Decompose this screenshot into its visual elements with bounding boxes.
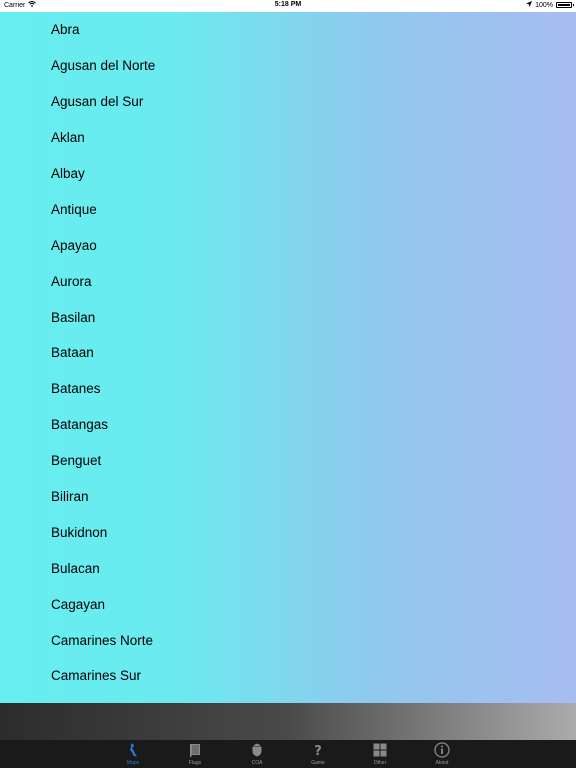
battery-icon [556,2,574,8]
list-item[interactable]: Batangas [0,407,576,443]
list-item[interactable]: Camarines Norte [0,622,576,658]
svg-text:?: ? [314,744,322,757]
list-item[interactable]: Cagayan [0,586,576,622]
game-icon: ? [312,742,324,758]
tab-label: Other [373,760,387,766]
maps-icon [127,742,139,758]
tab-game[interactable]: ? Game [298,740,338,768]
tab-label: Flags [188,760,202,766]
list-item[interactable]: Bukidnon [0,514,576,550]
tab-other[interactable]: Other [360,740,400,768]
about-icon [434,742,450,758]
tab-flags[interactable]: Flags [175,740,215,768]
list-item[interactable]: Bulacan [0,550,576,586]
ad-banner[interactable] [0,703,576,740]
status-bar: Carrier 5:18 PM 100% [0,0,576,12]
list-item[interactable]: Batanes [0,371,576,407]
tab-label: Game [311,760,325,766]
list-item[interactable]: Abra [0,12,576,48]
list-item[interactable]: Aklan [0,120,576,156]
province-list[interactable]: Abra Agusan del Norte Agusan del Sur Akl… [0,12,576,703]
other-icon [373,742,387,758]
list-item[interactable]: Bataan [0,335,576,371]
list-item[interactable]: Biliran [0,479,576,515]
tab-maps[interactable]: Maps [113,740,153,768]
flags-icon [189,742,201,758]
tab-label: About [435,760,449,766]
battery-percent: 100% [535,1,553,9]
list-item[interactable]: Albay [0,156,576,192]
list-item[interactable]: Agusan del Sur [0,84,576,120]
tab-coa[interactable]: COA [237,740,277,768]
location-arrow-icon [526,1,533,9]
tab-bar: Maps Flags COA ? Game Other About [0,740,576,768]
list-item[interactable]: Antique [0,191,576,227]
list-item[interactable]: Agusan del Norte [0,48,576,84]
coa-icon [251,742,263,758]
tab-label: Maps [126,760,140,766]
tab-label: COA [251,760,263,766]
status-time: 5:18 PM [274,1,302,8]
tab-about[interactable]: About [422,740,462,768]
list-item[interactable]: Benguet [0,443,576,479]
list-item[interactable]: Aurora [0,263,576,299]
status-right: 100% [526,1,574,9]
list-item[interactable]: Basilan [0,299,576,335]
list-item[interactable]: Apayao [0,227,576,263]
list-item[interactable]: Camarines Sur [0,658,576,694]
